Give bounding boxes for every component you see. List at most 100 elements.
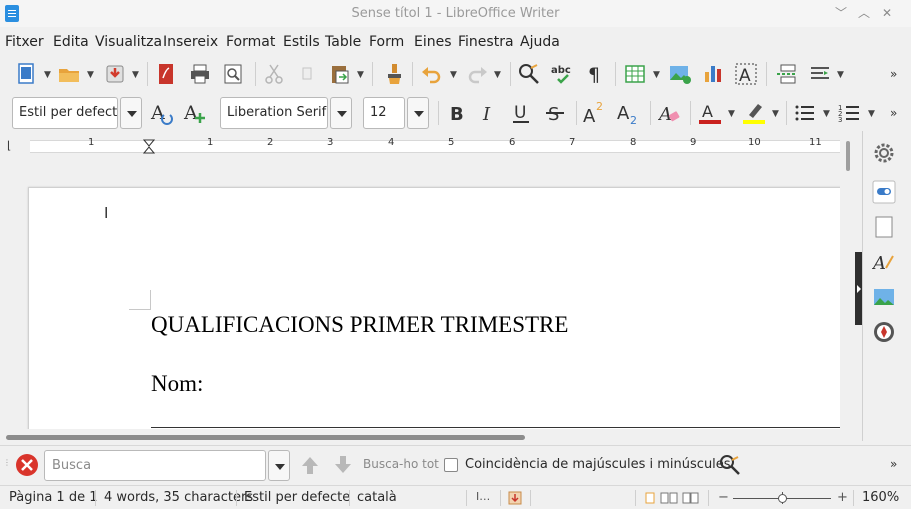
font-name-dropdown-button[interactable]	[330, 97, 352, 129]
menu-table[interactable]: Table	[325, 34, 361, 50]
page-style-status[interactable]: Estil per defecte	[244, 490, 350, 505]
minimize-button[interactable]: ﹀	[832, 4, 850, 22]
horizontal-scroll-thumb[interactable]	[6, 435, 525, 440]
paragraph-style-field[interactable]: Estil per defecte	[12, 97, 118, 129]
cut-icon[interactable]	[262, 62, 286, 86]
document-modified-icon[interactable]	[508, 491, 522, 505]
clear-formatting-icon[interactable]: A	[658, 101, 682, 125]
zoom-in-icon[interactable]: +	[837, 490, 848, 505]
bold-icon[interactable]: B	[445, 101, 469, 125]
new-style-icon[interactable]: A	[183, 101, 207, 125]
font-size-dropdown-button[interactable]	[407, 97, 429, 129]
insert-page-break-icon[interactable]	[775, 62, 799, 86]
tab-stop-icon[interactable]: ⌊	[7, 139, 11, 152]
find-replace-icon[interactable]	[517, 62, 541, 86]
print-preview-icon[interactable]	[221, 62, 245, 86]
horizontal-scrollbar[interactable]	[0, 432, 855, 442]
redo-dropdown-icon[interactable]: ▼	[494, 70, 501, 80]
document-name-label[interactable]: Nom:	[151, 371, 203, 397]
document-canvas[interactable]: I QUALIFICACIONS PRIMER TRIMESTRE Nom:	[0, 156, 840, 429]
copy-icon[interactable]	[295, 62, 319, 86]
menu-fitxer[interactable]: Fitxer	[5, 34, 44, 50]
update-style-icon[interactable]: A	[150, 101, 174, 125]
open-dropdown-icon[interactable]: ▼	[87, 70, 94, 80]
clone-formatting-icon[interactable]	[382, 62, 406, 86]
menu-format[interactable]: Format	[226, 34, 275, 50]
zoom-percentage[interactable]: 160%	[862, 490, 899, 505]
formatting-overflow-icon[interactable]: »	[890, 106, 897, 120]
menu-visualitza[interactable]: Visualitza	[95, 34, 162, 50]
multi-page-view-icon[interactable]	[660, 492, 678, 504]
indent-marker-icon[interactable]	[143, 139, 155, 154]
paste-icon[interactable]	[328, 62, 352, 86]
match-case-checkbox[interactable]	[444, 458, 458, 472]
strikethrough-icon[interactable]: S	[543, 101, 567, 125]
insert-text-box-icon[interactable]: A	[734, 62, 758, 86]
font-name-field[interactable]: Liberation Serif	[220, 97, 328, 129]
vertical-scroll-thumb[interactable]	[846, 141, 850, 171]
close-find-bar-icon[interactable]	[15, 453, 39, 477]
ordered-list-icon[interactable]: 123	[838, 101, 862, 125]
italic-icon[interactable]: I	[477, 101, 501, 125]
open-folder-icon[interactable]	[57, 62, 81, 86]
new-document-dropdown-icon[interactable]: ▼	[44, 70, 51, 80]
undo-icon[interactable]	[420, 62, 444, 86]
sidebar-gallery-icon[interactable]	[872, 285, 896, 309]
insert-table-icon[interactable]	[623, 62, 647, 86]
sidebar-page-icon[interactable]	[872, 215, 896, 239]
maximize-button[interactable]: ︿	[855, 4, 873, 22]
sidebar-settings-icon[interactable]	[872, 141, 896, 165]
undo-dropdown-icon[interactable]: ▼	[450, 70, 457, 80]
paste-dropdown-icon[interactable]: ▼	[357, 70, 364, 80]
menu-form[interactable]: Form	[369, 34, 404, 50]
sidebar-navigator-icon[interactable]	[872, 320, 896, 344]
new-document-icon[interactable]	[14, 62, 38, 86]
horizontal-ruler[interactable]: ⌊ 1 1 2 3 4 5 6 7 8 9 10 11	[0, 137, 840, 156]
find-next-icon[interactable]	[331, 453, 355, 477]
find-all-button[interactable]: Busca-ho tot	[363, 457, 439, 471]
unordered-list-dropdown-icon[interactable]: ▼	[823, 109, 830, 119]
zoom-slider-thumb[interactable]	[777, 494, 787, 503]
save-icon[interactable]	[103, 62, 127, 86]
close-button[interactable]: ✕	[878, 4, 896, 22]
unordered-list-icon[interactable]	[793, 101, 817, 125]
insert-image-icon[interactable]	[668, 62, 692, 86]
menu-ajuda[interactable]: Ajuda	[520, 34, 560, 50]
menu-edita[interactable]: Edita	[53, 34, 89, 50]
book-view-icon[interactable]	[682, 492, 700, 504]
find-overflow-icon[interactable]: »	[890, 457, 897, 471]
single-page-view-icon[interactable]	[645, 492, 655, 504]
page-count-status[interactable]: Pàgina 1 de 1	[9, 490, 97, 505]
ordered-list-dropdown-icon[interactable]: ▼	[868, 109, 875, 119]
find-replace-dialog-icon[interactable]	[718, 453, 742, 477]
subscript-icon[interactable]: A2	[616, 101, 640, 125]
redo-icon[interactable]	[465, 62, 489, 86]
document-page[interactable]: I QUALIFICACIONS PRIMER TRIMESTRE Nom:	[28, 187, 840, 429]
font-color-dropdown-icon[interactable]: ▼	[728, 109, 735, 119]
font-color-icon[interactable]: A	[698, 101, 722, 125]
font-size-field[interactable]: 12	[363, 97, 405, 129]
insert-field-dropdown-icon[interactable]: ▼	[837, 70, 844, 80]
menu-estils[interactable]: Estils	[283, 34, 320, 50]
export-pdf-icon[interactable]	[154, 62, 178, 86]
word-count-status[interactable]: 4 words, 35 characters	[104, 490, 253, 505]
find-previous-icon[interactable]	[298, 453, 322, 477]
underline-icon[interactable]: U	[509, 101, 533, 125]
menu-eines[interactable]: Eines	[414, 34, 452, 50]
save-dropdown-icon[interactable]: ▼	[132, 70, 139, 80]
find-search-input[interactable]	[44, 450, 266, 481]
vertical-scrollbar[interactable]	[843, 137, 853, 430]
highlighting-dropdown-icon[interactable]: ▼	[772, 109, 779, 119]
zoom-out-icon[interactable]: −	[718, 490, 729, 505]
superscript-icon[interactable]: A2	[582, 100, 606, 124]
spelling-icon[interactable]: abc	[550, 62, 574, 86]
document-heading[interactable]: QUALIFICACIONS PRIMER TRIMESTRE	[151, 312, 568, 338]
print-icon[interactable]	[188, 62, 212, 86]
menu-finestra[interactable]: Finestra	[458, 34, 514, 50]
paragraph-style-dropdown-button[interactable]	[120, 97, 142, 129]
insert-table-dropdown-icon[interactable]: ▼	[653, 70, 660, 80]
language-status[interactable]: català	[357, 490, 397, 505]
insert-field-icon[interactable]	[808, 62, 832, 86]
menu-insereix[interactable]: Insereix	[163, 34, 218, 50]
find-history-dropdown-button[interactable]	[268, 450, 290, 481]
